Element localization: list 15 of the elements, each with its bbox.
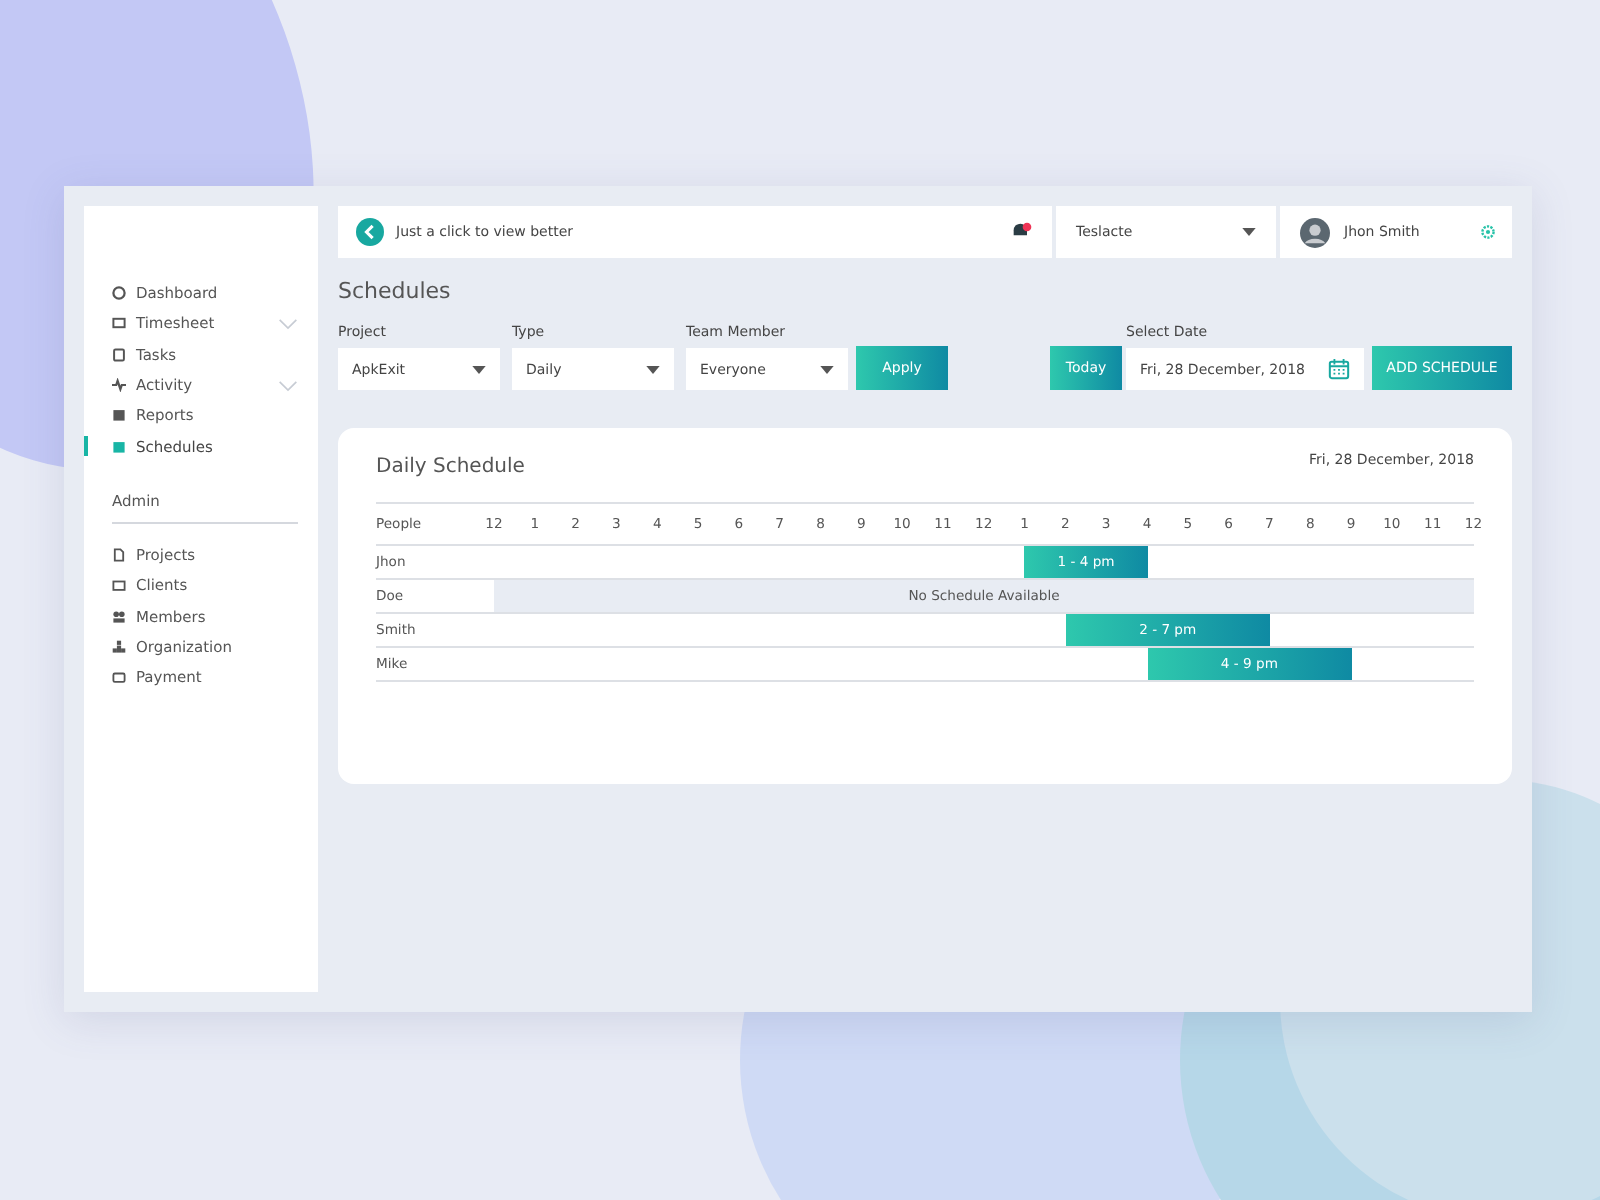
settings-icon[interactable] [1480,224,1496,240]
caret-icon [1242,228,1256,236]
caret-icon [646,365,660,373]
caret-icon [472,365,486,373]
page-title: Schedules [338,278,453,304]
organization-icon [112,639,126,654]
card-title: Daily Schedule [376,454,525,478]
projects-icon [112,547,126,562]
chevron-down-icon [278,317,298,330]
activity-icon [112,378,126,393]
members-icon [112,609,126,624]
avatar-icon [1300,217,1330,247]
calendar-icon [1328,358,1350,380]
chevron-down-icon [278,379,298,392]
caret-icon [820,365,834,373]
